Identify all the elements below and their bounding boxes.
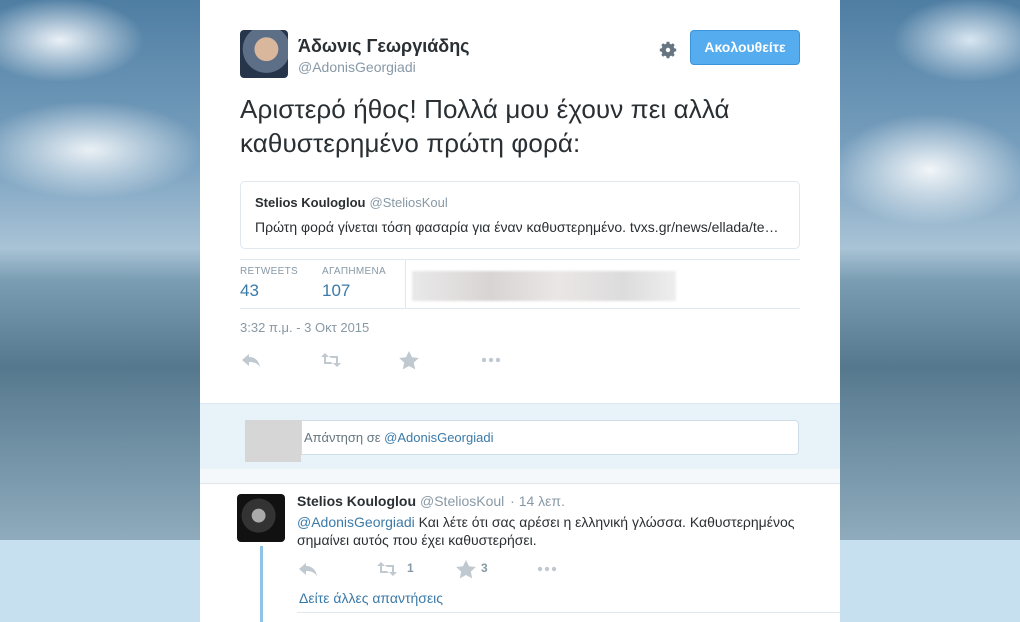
retweets-label: RETWEETS xyxy=(240,266,298,277)
liker-avatars-blurred xyxy=(412,271,676,301)
reply-placeholder-prefix: Απάντηση σε xyxy=(304,430,385,445)
section-divider xyxy=(200,469,840,484)
reply-icon[interactable] xyxy=(297,559,319,579)
author-avatar[interactable] xyxy=(240,30,288,78)
reply-author-handle[interactable]: @SteliosKoul xyxy=(420,493,504,509)
reply-time[interactable]: · 14 λεπ. xyxy=(510,493,565,509)
more-replies-link[interactable]: Δείτε άλλες απαντήσεις xyxy=(299,590,443,606)
stats-divider xyxy=(405,260,406,308)
likes-count: 107 xyxy=(322,281,351,300)
reply-retweet-count: 1 xyxy=(407,561,414,575)
reply-tweet: Stelios Kouloglou @SteliosKoul · 14 λεπ. … xyxy=(200,484,840,622)
thread-line xyxy=(260,546,263,622)
likes-stat[interactable]: ΑΓΑΠΗΜΕΝΑ 107 xyxy=(322,266,386,301)
follow-button[interactable]: Ακολουθείτε xyxy=(690,30,800,65)
tweet-timestamp[interactable]: 3:32 π.μ. - 3 Οκτ 2015 xyxy=(240,320,369,335)
gear-icon[interactable] xyxy=(658,40,678,60)
reply-placeholder-mention: @AdonisGeorgiadi xyxy=(384,430,494,445)
more-icon[interactable] xyxy=(480,350,502,370)
favorite-icon[interactable] xyxy=(398,350,420,370)
tweet-header: Άδωνις Γεωργιάδης @AdonisGeorgiadi Ακολο… xyxy=(240,30,800,80)
tweet-text-line: καθυστερημένο πρώτη φορά: xyxy=(240,128,581,158)
tweet-stats: RETWEETS 43 ΑΓΑΠΗΜΕΝΑ 107 xyxy=(240,259,800,309)
tweet-card: Άδωνις Γεωργιάδης @AdonisGeorgiadi Ακολο… xyxy=(200,0,840,622)
retweet-icon[interactable] xyxy=(320,350,342,370)
quote-text: Πρώτη φορά γίνεται τόση φασαρία για έναν… xyxy=(255,219,779,235)
tweet-text-line: Αριστερό ήθος! Πολλά μου έχουν πει αλλά xyxy=(240,94,730,124)
more-replies-divider xyxy=(297,612,840,613)
reply-actions: 1 3 xyxy=(297,559,597,579)
reply-favorite-count: 3 xyxy=(481,561,488,575)
author-handle[interactable]: @AdonisGeorgiadi xyxy=(298,59,416,75)
reply-compose-bar: Απάντηση σε @AdonisGeorgiadi xyxy=(200,403,840,470)
reply-author-avatar[interactable] xyxy=(237,494,285,542)
quoted-tweet[interactable]: Stelios Kouloglou @SteliosKoul Πρώτη φορά… xyxy=(240,181,800,249)
tweet-actions xyxy=(240,350,540,372)
reply-text: @AdonisGeorgiadi Και λέτε ότι σας αρέσει… xyxy=(297,513,817,549)
tweet-text: Αριστερό ήθος! Πολλά μου έχουν πει αλλά … xyxy=(240,92,810,160)
quote-author-name: Stelios Kouloglou xyxy=(255,195,366,210)
quote-author-handle: @SteliosKoul xyxy=(369,195,448,210)
more-icon[interactable] xyxy=(536,559,558,579)
current-user-avatar xyxy=(245,420,301,462)
retweets-stat[interactable]: RETWEETS 43 xyxy=(240,266,298,301)
author-name[interactable]: Άδωνις Γεωργιάδης xyxy=(298,36,470,57)
reply-icon[interactable] xyxy=(240,350,262,370)
reply-mention[interactable]: @AdonisGeorgiadi xyxy=(297,514,415,530)
retweets-count: 43 xyxy=(240,281,259,300)
reply-input[interactable]: Απάντηση σε @AdonisGeorgiadi xyxy=(301,420,799,455)
likes-label: ΑΓΑΠΗΜΕΝΑ xyxy=(322,266,386,277)
reply-author-name[interactable]: Stelios Kouloglou xyxy=(297,493,416,509)
retweet-icon[interactable] xyxy=(376,559,398,579)
favorite-icon[interactable] xyxy=(455,559,477,579)
